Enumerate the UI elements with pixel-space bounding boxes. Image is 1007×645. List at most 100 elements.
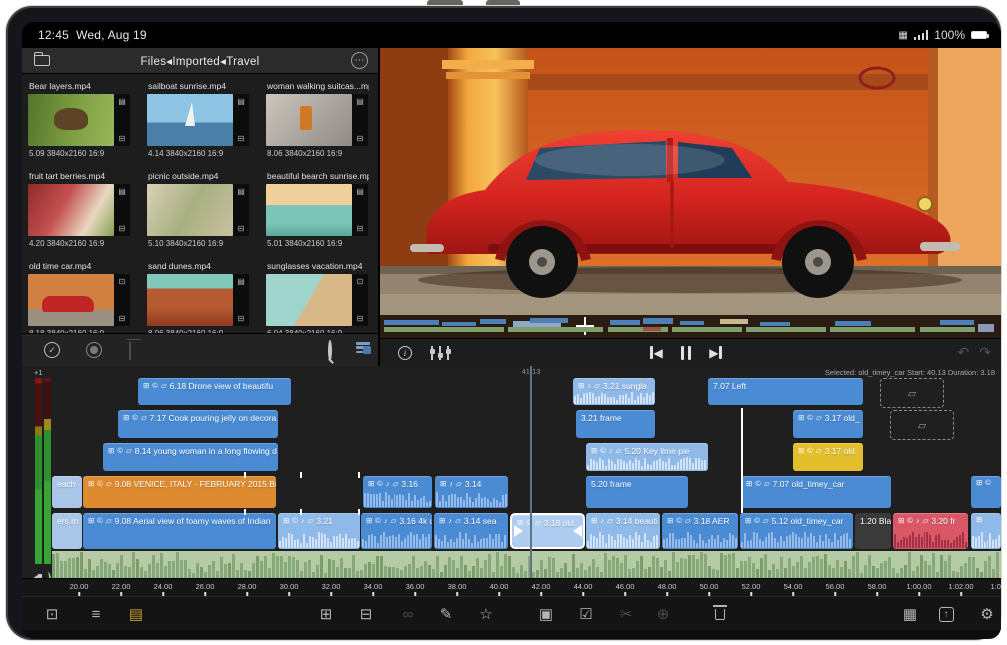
- delete-clip-button[interactable]: [129, 342, 131, 360]
- timeline-clip[interactable]: ⊞©▱3.18 AER: [662, 513, 738, 549]
- clip-label: 6.18 Drone view of beautifu: [170, 381, 273, 391]
- transform-icon: ⊞: [366, 517, 372, 525]
- clip-thumbnail[interactable]: [28, 274, 114, 326]
- timeline-overview-strip[interactable]: [380, 315, 1001, 338]
- timeline-clip[interactable]: ⊞♪▱3.14 sea: [434, 513, 508, 549]
- timeline-clip[interactable]: ⊞©▱3.18 old: [510, 513, 585, 549]
- timeline-clip[interactable]: ⊞©▱7.17 Cook pouring jelly on decora: [118, 410, 278, 438]
- timeline-clip[interactable]: ⊞♪▱3.14: [435, 476, 508, 508]
- library-item[interactable]: sailboat sunrise.mp4▤⊟4.14 3840x2160 16:…: [147, 79, 249, 158]
- drive-icon: ⊟: [357, 224, 364, 233]
- timeline-clip[interactable]: each: [52, 476, 82, 508]
- preview-control-bar: i ◀ ▶ ↶ ↷: [380, 338, 1001, 366]
- track-layout-button[interactable]: ▤: [122, 597, 150, 631]
- clip-label: 3.14: [465, 479, 482, 489]
- sort-button[interactable]: [356, 342, 370, 355]
- library-item[interactable]: Bear layers.mp4▤⊟5.09 3840x2160 16:9: [28, 79, 130, 158]
- timeline-clip[interactable]: ⊞©▱3.17 old_: [793, 410, 863, 438]
- clip-label: 7.07 Left: [713, 381, 746, 391]
- skip-start-button[interactable]: ◀: [650, 346, 663, 360]
- clip-thumbnail[interactable]: [147, 94, 233, 146]
- library-item[interactable]: picnic outside.mp4▤⊟5.10 3840x2160 16:9: [147, 169, 249, 248]
- multiselect-button[interactable]: ✓: [44, 342, 60, 358]
- media-icon: ▱: [141, 414, 147, 422]
- paste-button[interactable]: ▣: [532, 597, 560, 631]
- timeline-clip[interactable]: 5.20 frame: [586, 476, 688, 508]
- split-button[interactable]: ✂: [612, 597, 640, 631]
- edit-pen-button[interactable]: ✎: [432, 597, 460, 631]
- undo-button[interactable]: ↶: [958, 344, 970, 361]
- clip-filename: sailboat sunrise.mp4: [148, 81, 250, 91]
- clip-thumbnail[interactable]: [28, 94, 114, 146]
- ruler-label: 26.00: [196, 582, 215, 591]
- timeline-clip[interactable]: ⊞©▱7.07 old_timey_car: [741, 476, 891, 508]
- clip-thumbnail[interactable]: [266, 274, 352, 326]
- trim-handle-left[interactable]: [512, 515, 524, 547]
- library-item[interactable]: old time car.mp4⊡⊟8.18 3840x2160 16:9: [28, 259, 130, 338]
- folder-icon[interactable]: [34, 55, 50, 66]
- clip-thumbnail[interactable]: [266, 184, 352, 236]
- skip-end-button[interactable]: ▶: [709, 346, 722, 360]
- timeline-clip[interactable]: 7.07 Left: [708, 378, 863, 405]
- library-item[interactable]: woman walking suitcas...mp4▤⊟8.06 3840x2…: [266, 79, 368, 158]
- adjust-sliders-icon[interactable]: [428, 346, 452, 360]
- timeline-clip[interactable]: ⊞♪▱3.14 beauti: [586, 513, 660, 549]
- timeline-clip[interactable]: ⊞©♪▱3.20 fr: [893, 513, 968, 549]
- effects-button[interactable]: ☆: [472, 597, 500, 631]
- trim-handle-right[interactable]: [571, 515, 583, 547]
- pause-button[interactable]: [681, 346, 692, 360]
- timeline-clip[interactable]: ⊞©♪▱5.20 Key lime pie: [586, 443, 708, 471]
- info-icon[interactable]: i: [398, 346, 412, 360]
- timeline-clip[interactable]: 3.21 frame: [576, 410, 655, 438]
- ruler-label: 1:00.00: [906, 582, 931, 591]
- clip-thumbnail[interactable]: [266, 94, 352, 146]
- timeline-clip[interactable]: ⊞♪▱3.21 sungla: [573, 378, 655, 405]
- library-item[interactable]: fruit tart berries.mp4▤⊟4.20 3840x2160 1…: [28, 169, 130, 248]
- timeline-clip[interactable]: ⊞©▱3.17 old: [793, 443, 863, 471]
- overview-block: [530, 318, 568, 323]
- timeline-clip[interactable]: ⊞: [971, 513, 1001, 549]
- timeline-clip[interactable]: 1.20 Bla: [855, 513, 891, 549]
- insert-button[interactable]: ⊞: [312, 597, 340, 631]
- delete-button[interactable]: [706, 597, 734, 631]
- media-icon: ▱: [393, 480, 399, 488]
- ruler-label: 46.00: [616, 582, 635, 591]
- color-icon: ©: [117, 447, 123, 455]
- copy-button[interactable]: ☑: [572, 597, 600, 631]
- add-marker-button[interactable]: ⊕: [649, 597, 677, 631]
- library-item[interactable]: beautiful bearch sunrise.mp4▤⊟5.01 3840x…: [266, 169, 368, 248]
- timeline-clip[interactable]: ⊞©▱6.18 Drone view of beautifu: [138, 378, 291, 405]
- clip-details-button[interactable]: ≡: [82, 597, 110, 631]
- link-button[interactable]: ∞: [394, 597, 422, 631]
- media-icon: ▱: [607, 517, 613, 525]
- timeline-clip[interactable]: ⊞©▱9.08 Aerial view of foamy waves of In…: [83, 513, 276, 549]
- timeline-clip[interactable]: ⊞©♪▱3.16: [363, 476, 432, 508]
- settings-button[interactable]: ⚙: [973, 597, 1001, 631]
- project-manager-button[interactable]: ▦: [896, 597, 924, 631]
- record-button[interactable]: [86, 342, 102, 358]
- timeline-ruler[interactable]: 20.0022.0024.0026.0028.0030.0032.0034.00…: [22, 578, 1001, 596]
- timeline-clip[interactable]: ⊞©▱9.08 VENICE, ITALY - FEBRUARY 2015 Bu: [83, 476, 276, 508]
- add-media-button[interactable]: ⊡: [38, 597, 66, 631]
- timeline-clip[interactable]: ⊞©♪▱3.16 4k u: [361, 513, 432, 549]
- ruler-label: 44.00: [574, 582, 593, 591]
- timeline-clip[interactable]: ⊞©▱8.14 young woman in a long flowing d: [103, 443, 278, 471]
- clip-thumbnail[interactable]: [147, 184, 233, 236]
- library-menu-button[interactable]: ⋯: [351, 52, 368, 69]
- share-button[interactable]: ↑: [932, 597, 960, 631]
- overwrite-button[interactable]: ⊟: [352, 597, 380, 631]
- timeline-clip[interactable]: ⊞©: [971, 476, 1001, 508]
- overview-block: [978, 324, 994, 332]
- playhead[interactable]: [530, 366, 532, 578]
- clip-thumbnail[interactable]: [147, 274, 233, 326]
- color-icon: ©: [907, 517, 913, 525]
- timeline-clip[interactable]: ers.m: [52, 513, 82, 549]
- library-item[interactable]: sand dunes.mp4▤⊟8.06 3840x2160 16:9: [147, 259, 249, 338]
- redo-button[interactable]: ↷: [979, 344, 991, 361]
- ruler-label: 52.00: [742, 582, 761, 591]
- search-button[interactable]: [328, 342, 332, 360]
- library-item[interactable]: sunglasses vacation.mp4⊡⊟6.04 3840x2160 …: [266, 259, 368, 338]
- timeline-clip[interactable]: ⊞©♪▱3.21: [278, 513, 360, 549]
- timeline-clip[interactable]: ⊞©▱5.12 old_timey_car: [740, 513, 853, 549]
- clip-thumbnail[interactable]: [28, 184, 114, 236]
